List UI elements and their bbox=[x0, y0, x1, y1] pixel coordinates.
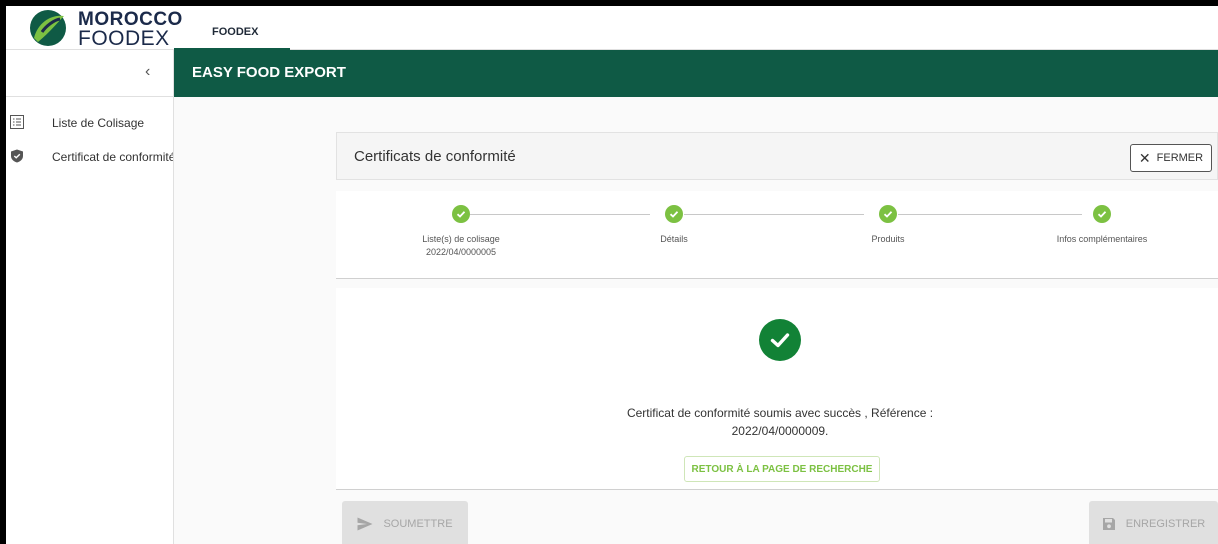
save-button-label: ENREGISTRER bbox=[1125, 517, 1206, 530]
sidebar-collapse-button[interactable]: ‹ bbox=[6, 50, 173, 97]
save-button[interactable]: ENREGISTRER bbox=[1089, 501, 1218, 544]
check-icon bbox=[879, 205, 897, 223]
check-icon bbox=[1093, 205, 1111, 223]
shield-icon bbox=[11, 149, 23, 163]
submit-button-label: SOUMETTRE bbox=[383, 517, 453, 530]
sidebar-item-label: Certificat de conformité bbox=[52, 150, 173, 164]
brand-logo[interactable]: MOROCCO FOODEX bbox=[24, 8, 182, 49]
step-label: Produits bbox=[871, 234, 905, 244]
app-title: EASY FOOD EXPORT bbox=[192, 64, 346, 81]
step-sublabel: 2022/04/0000005 bbox=[425, 247, 497, 257]
stepper: Liste(s) de colisage 2022/04/0000005 Dét… bbox=[336, 191, 1218, 279]
save-icon bbox=[1102, 517, 1115, 530]
list-icon bbox=[10, 115, 24, 129]
step-liste-colisage[interactable]: Liste(s) de colisage 2022/04/0000005 bbox=[381, 205, 541, 259]
page-title: Certificats de conformité bbox=[354, 148, 516, 165]
app-header: EASY FOOD EXPORT bbox=[174, 50, 1218, 97]
step-label: Liste(s) de colisage 2022/04/0000005 bbox=[381, 233, 541, 259]
app-window: MOROCCO FOODEX FOODEX ‹ Liste de Colisag… bbox=[6, 6, 1218, 544]
sidebar-item-certificat-conformite[interactable]: Certificat de conformité bbox=[6, 140, 173, 174]
chevron-left-icon: ‹ bbox=[145, 63, 151, 80]
submit-button[interactable]: SOUMETTRE bbox=[342, 501, 468, 544]
check-icon bbox=[452, 205, 470, 223]
send-icon bbox=[357, 517, 373, 530]
brand-line2: FOODEX bbox=[78, 27, 170, 50]
sidebar-item-label: Liste de Colisage bbox=[52, 116, 145, 130]
check-icon bbox=[665, 205, 683, 223]
top-bar: MOROCCO FOODEX FOODEX bbox=[6, 6, 1218, 50]
return-to-search-button[interactable]: RETOUR À LA PAGE DE RECHERCHE bbox=[684, 456, 880, 482]
success-panel: Certificat de conformité soumis avec suc… bbox=[336, 288, 1218, 490]
close-button-label: FERMER bbox=[1156, 152, 1204, 164]
step-label: Détails bbox=[660, 234, 688, 244]
step-produits[interactable]: Produits bbox=[808, 205, 968, 246]
close-icon: ✕ bbox=[1138, 150, 1151, 166]
success-message: Certificat de conformité soumis avec suc… bbox=[336, 404, 1218, 440]
success-check-icon bbox=[759, 319, 801, 361]
tab-foodex[interactable]: FOODEX bbox=[174, 6, 290, 50]
sidebar-item-liste-colisage[interactable]: Liste de Colisage bbox=[6, 106, 173, 140]
foodex-logo-icon bbox=[30, 10, 66, 46]
step-infos-complementaires[interactable]: Infos complémentaires bbox=[1022, 205, 1182, 246]
main-content: Certificats de conformité ✕ FERMER Liste… bbox=[174, 97, 1218, 544]
panel-header: Certificats de conformité ✕ FERMER bbox=[336, 132, 1218, 180]
sidebar: ‹ Liste de Colisage Certificat de confor… bbox=[6, 50, 174, 544]
step-label: Infos complémentaires bbox=[1056, 234, 1148, 244]
reference-number: 2022/04/0000009. bbox=[731, 424, 829, 438]
close-button[interactable]: ✕ FERMER bbox=[1130, 144, 1212, 172]
step-details[interactable]: Détails bbox=[594, 205, 754, 246]
